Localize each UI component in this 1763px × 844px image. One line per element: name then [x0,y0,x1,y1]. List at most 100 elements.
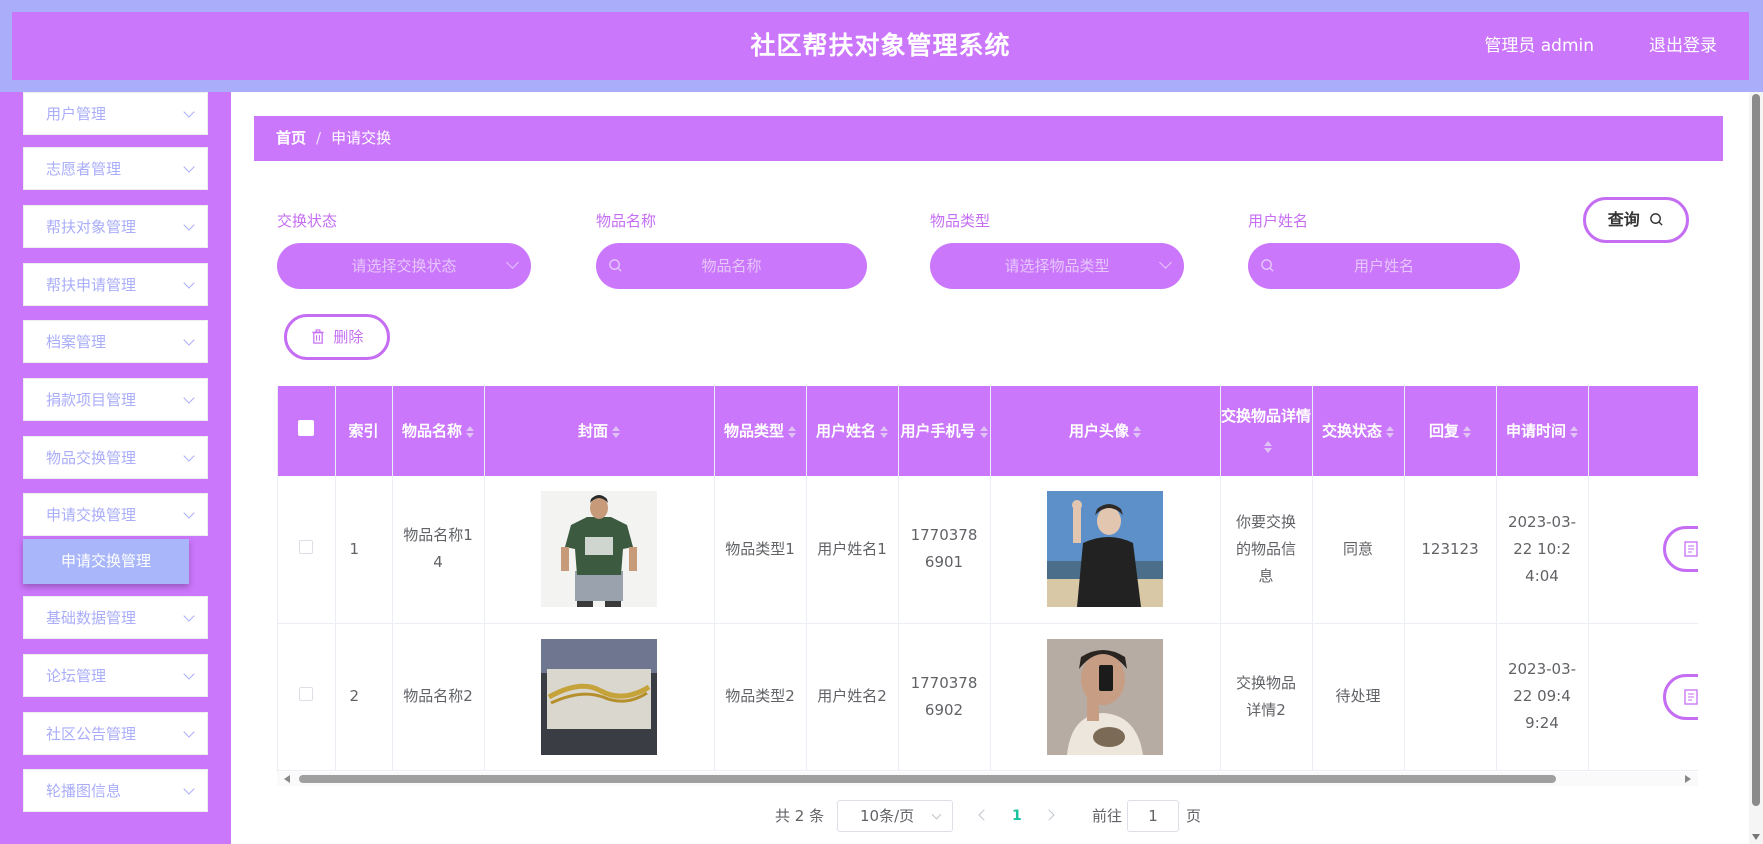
chevron-down-icon [183,450,195,462]
submenu-exchange-requests-active[interactable]: 申请交换管理 [23,539,189,584]
page-size-select[interactable]: 10条/页 [837,800,953,832]
cell-phone: 17703786902 [898,623,991,771]
sidebar-item-label: 申请交换管理 [46,506,137,524]
cell-status: 同意 [1312,476,1405,624]
column-header-actions [1588,386,1698,476]
column-header[interactable]: 物品名称 [392,386,485,476]
cover-image [541,638,657,755]
delete-button[interactable]: 删除 [284,314,390,360]
total-count: 共 2 条 [775,807,825,825]
prev-page-icon[interactable] [978,809,990,821]
sort-icon[interactable] [1386,425,1394,438]
sidebar-item-base-data[interactable]: 基础数据管理 [23,596,208,639]
header-bar: 社区帮扶对象管理系统 管理员 admin 退出登录 [12,12,1749,80]
table-row: 1 物品名称14 物品类型1 用户姓名1 17703786901 你要交换的物品… [278,476,1698,624]
sidebar-item-users[interactable]: 用户管理 [23,92,208,135]
breadcrumb-separator: / [316,129,322,147]
row-checkbox[interactable] [299,539,314,554]
sort-icon[interactable] [466,425,474,438]
column-header-label: 回复 [1428,422,1459,440]
horizontal-scrollbar[interactable] [277,772,1698,786]
status-select-placeholder: 请选择交换状态 [351,257,457,275]
next-page-icon[interactable] [1043,809,1055,821]
cell-reply: 123123 [1404,476,1497,624]
column-header-label: 物品名称 [401,422,462,440]
goto-page-input[interactable] [1127,800,1179,832]
column-header[interactable]: 用户姓名 [806,386,899,476]
query-button[interactable]: 查询 [1583,197,1689,243]
sidebar-item-volunteers[interactable]: 志愿者管理 [23,147,208,190]
sidebar-item-exchange-requests[interactable]: 申请交换管理 [23,493,208,536]
column-header[interactable]: 用户手机号 [898,386,991,476]
row-checkbox-cell [278,476,336,624]
sort-icon[interactable] [979,425,988,438]
cell-user-name: 用户姓名1 [806,476,899,624]
user-name-input[interactable]: 用户姓名 [1248,243,1520,289]
chevron-down-icon [183,161,195,173]
column-header[interactable]: 交换物品详情 [1220,386,1313,476]
cell-cover [484,623,715,771]
chevron-down-icon [931,809,942,820]
page-size-value: 10条/页 [860,807,915,825]
column-header-label: 交换状态 [1321,422,1382,440]
cell-item-name: 物品名称2 [392,623,485,771]
column-header[interactable]: 物品类型 [714,386,807,476]
logout-link[interactable]: 退出登录 [1649,12,1717,80]
column-header[interactable]: 申请时间 [1496,386,1589,476]
item-name-input[interactable]: 物品名称 [596,243,867,289]
column-header[interactable]: 封面 [484,386,715,476]
sort-icon[interactable] [1264,440,1272,453]
column-header[interactable]: 交换状态 [1312,386,1405,476]
item-type-filter-label: 物品类型 [930,212,991,230]
table-header-row: 索引 物品名称 封面 物品类型 用户姓名 用户手机号 用户头像 交换物品详情 交… [278,386,1698,476]
cell-index: 2 [335,623,393,771]
item-name-filter-label: 物品名称 [596,212,657,230]
breadcrumb-home[interactable]: 首页 [276,129,306,147]
sidebar-item-label: 帮扶申请管理 [46,276,137,294]
row-checkbox[interactable] [299,687,314,701]
sidebar-item-item-exchange[interactable]: 物品交换管理 [23,436,208,479]
admin-label: 管理员 admin [1484,36,1594,56]
sort-icon[interactable] [612,425,620,438]
sidebar-item-forum[interactable]: 论坛管理 [23,654,208,697]
sidebar-item-label: 档案管理 [46,333,107,351]
sidebar-item-donation-projects[interactable]: 捐款项目管理 [23,378,208,421]
sort-icon[interactable] [1570,425,1578,438]
column-header-label: 交换物品详情 [1220,407,1311,425]
scrollbar-thumb[interactable] [299,775,1556,783]
chevron-down-icon [183,726,195,738]
sort-icon[interactable] [788,425,796,438]
sidebar-item-aid-targets[interactable]: 帮扶对象管理 [23,205,208,248]
column-header[interactable]: 用户头像 [990,386,1221,476]
sort-icon[interactable] [880,425,888,438]
delete-button-label: 删除 [333,328,364,346]
column-header[interactable]: 回复 [1404,386,1497,476]
page-number-current[interactable]: 1 [1012,800,1022,832]
scroll-right-icon[interactable] [1685,775,1691,783]
sidebar-item-label: 基础数据管理 [46,609,137,627]
cell-time: 2023-03-22 09:49:24 [1496,623,1589,771]
vertical-scrollbar[interactable] [1749,92,1763,844]
detail-button[interactable] [1662,526,1698,572]
select-all-cell [278,386,336,476]
scrollbar-thumb[interactable] [1752,94,1760,806]
scroll-left-icon[interactable] [284,775,290,783]
chevron-down-icon [183,507,195,519]
submenu-label: 申请交换管理 [60,552,151,570]
sidebar-item-archives[interactable]: 档案管理 [23,320,208,363]
sidebar-item-announcements[interactable]: 社区公告管理 [23,712,208,755]
cell-actions [1588,623,1698,771]
cell-index: 1 [335,476,393,624]
sidebar-item-aid-applications[interactable]: 帮扶申请管理 [23,263,208,306]
sort-icon[interactable] [1133,425,1141,438]
sort-icon[interactable] [1463,425,1471,438]
item-type-select[interactable]: 请选择物品类型 [930,243,1184,289]
item-name-placeholder: 物品名称 [701,257,762,275]
select-all-checkbox[interactable] [298,420,315,436]
status-select[interactable]: 请选择交换状态 [277,243,531,289]
page-suffix: 页 [1186,807,1202,825]
scroll-down-icon[interactable] [1752,834,1760,840]
detail-button[interactable] [1662,673,1698,720]
chevron-down-icon [183,783,195,795]
column-header-label: 用户手机号 [900,422,976,440]
